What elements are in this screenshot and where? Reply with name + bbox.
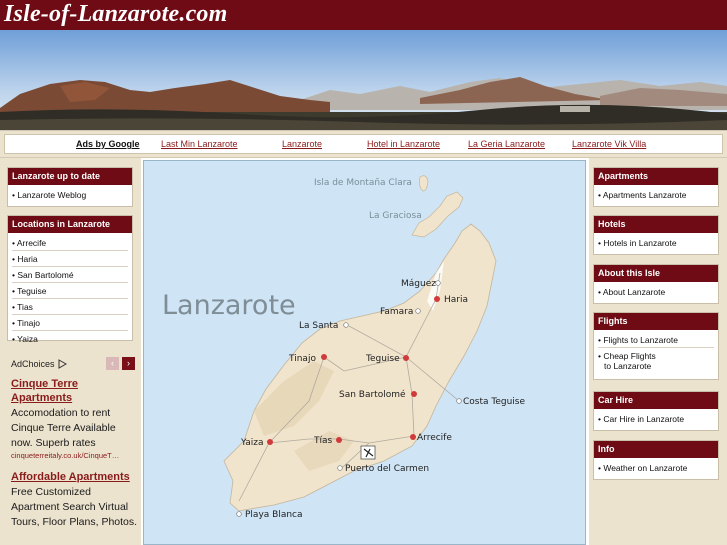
label-arrecife[interactable]: Arrecife — [417, 433, 452, 443]
map-title: Lanzarote — [162, 290, 296, 321]
box-heading: Lanzarote up to date — [8, 168, 132, 185]
town-marker-famara — [415, 308, 421, 314]
label-san-bartolome[interactable]: San Bartolomé — [339, 389, 406, 400]
link-cheap-flights-line2[interactable]: to Lanzarote — [598, 361, 714, 371]
lanzarote-map[interactable]: Lanzarote Isla de Montaña Clara La Graci… — [143, 160, 586, 545]
box-heading: Car Hire — [594, 392, 718, 409]
label-famara[interactable]: Famara — [380, 307, 413, 317]
location-arrecife[interactable]: • Arrecife — [12, 235, 128, 251]
link-lanzarote-weblog[interactable]: • Lanzarote Weblog — [12, 187, 128, 202]
link-flights-lanzarote[interactable]: • Flights to Lanzarote — [598, 332, 714, 348]
box-heading: Hotels — [594, 216, 718, 233]
label-playa-blanca[interactable]: Playa Blanca — [245, 510, 303, 520]
ad-next-button[interactable]: › — [122, 357, 135, 370]
box-flights: Flights • Flights to Lanzarote • Cheap F… — [593, 312, 719, 380]
ad1-title-line2[interactable]: Apartments — [11, 391, 72, 405]
map-canvas: Lanzarote Isla de Montaña Clara La Graci… — [144, 161, 585, 544]
adbar-container: Ads by Google Last Min Lanzarote Lanzaro… — [0, 131, 727, 158]
town-marker-costa-teguise — [456, 398, 462, 404]
location-haria[interactable]: • Haria — [12, 251, 128, 267]
ad1-url[interactable]: cinqueterreitaly.co.uk/CinqueT… — [11, 451, 139, 460]
link-cheap-flights[interactable]: • Cheap Flights to Lanzarote — [598, 348, 714, 373]
town-marker-arrecife — [410, 434, 416, 440]
label-yaiza[interactable]: Yaiza — [240, 438, 264, 448]
box-about-isle: About this Isle • About Lanzarote — [593, 264, 719, 304]
town-marker-tias — [336, 437, 342, 443]
label-tinajo[interactable]: Tinajo — [288, 354, 316, 364]
link-weather-lanzarote[interactable]: • Weather on Lanzarote — [598, 460, 714, 475]
box-car-hire: Car Hire • Car Hire in Lanzarote — [593, 391, 719, 431]
ad1-text: Accomodation to rent Cinque Terre Availa… — [11, 407, 116, 449]
ad-link-lanzarote[interactable]: Lanzarote — [282, 139, 322, 149]
location-yaiza[interactable]: • Yaiza — [12, 331, 128, 346]
box-info: Info • Weather on Lanzarote — [593, 440, 719, 480]
ad-link-last-min[interactable]: Last Min Lanzarote — [161, 139, 238, 149]
town-marker-playa-blanca — [236, 511, 242, 517]
label-haria[interactable]: Haria — [444, 295, 468, 305]
link-hotels-lanzarote[interactable]: • Hotels in Lanzarote — [598, 235, 714, 250]
town-marker-teguise — [403, 355, 409, 361]
site-header: Isle-of-Lanzarote.com — [0, 0, 727, 30]
ad-prev-button[interactable]: ‹ — [106, 357, 119, 370]
ads-by-google-link[interactable]: Ads by Google — [76, 139, 140, 149]
location-tias[interactable]: • Tias — [12, 299, 128, 315]
ad2-text: Free Customized Apartment Search Virtual… — [11, 486, 138, 528]
ad-link-hotel[interactable]: Hotel in Lanzarote — [367, 139, 440, 149]
town-marker-la-santa — [343, 322, 349, 328]
box-heading: Apartments — [594, 168, 718, 185]
box-hotels: Hotels • Hotels in Lanzarote — [593, 215, 719, 255]
site-title[interactable]: Isle-of-Lanzarote.com — [4, 1, 228, 28]
adchoices-icon[interactable] — [58, 359, 67, 369]
link-car-hire-lanzarote[interactable]: • Car Hire in Lanzarote — [598, 411, 714, 426]
label-costa-teguise[interactable]: Costa Teguise — [463, 397, 525, 407]
town-marker-haria — [434, 296, 440, 302]
ad-link-la-geria[interactable]: La Geria Lanzarote — [468, 139, 545, 149]
link-cheap-flights-line1[interactable]: • Cheap Flights — [598, 351, 656, 361]
box-locations: Locations in Lanzarote • Arrecife • Hari… — [7, 215, 133, 344]
location-san-bartolome[interactable]: • San Bartolomé — [12, 267, 128, 283]
adchoices-row: AdChoices ‹ › — [10, 357, 136, 371]
location-teguise[interactable]: • Teguise — [12, 283, 128, 299]
town-marker-tinajo — [321, 354, 327, 360]
ad-link-vik-villa[interactable]: Lanzarote Vik Villa — [572, 139, 646, 149]
box-heading: Flights — [594, 313, 718, 330]
box-heading: About this Isle — [594, 265, 718, 282]
label-tias[interactable]: Tías — [313, 436, 333, 446]
town-marker-yaiza — [267, 439, 273, 445]
ad2-title[interactable]: Affordable Apartments — [11, 470, 130, 484]
link-about-lanzarote[interactable]: • About Lanzarote — [598, 284, 714, 299]
location-tinajo[interactable]: • Tinajo — [12, 315, 128, 331]
banner-image — [0, 30, 727, 131]
ad1-title-line1[interactable]: Cinque Terre — [11, 377, 78, 391]
label-la-santa[interactable]: La Santa — [299, 321, 338, 331]
link-apartments-lanzarote[interactable]: • Apartments Lanzarote — [598, 187, 714, 202]
label-puerto-del-carmen[interactable]: Puerto del Carmen — [345, 464, 429, 474]
banner-landscape-image — [0, 30, 727, 130]
town-marker-puerto-del-carmen — [337, 465, 343, 471]
label-la-graciosa: La Graciosa — [369, 211, 422, 221]
label-teguise[interactable]: Teguise — [365, 354, 400, 364]
box-heading: Locations in Lanzarote — [8, 216, 132, 233]
adchoices-label[interactable]: AdChoices — [11, 359, 55, 369]
label-maguez[interactable]: Máguez — [401, 279, 436, 289]
label-montana-clara: Isla de Montaña Clara — [314, 178, 412, 188]
ad-link-bar: Ads by Google Last Min Lanzarote Lanzaro… — [4, 134, 723, 154]
box-apartments: Apartments • Apartments Lanzarote — [593, 167, 719, 207]
town-marker-san-bartolome — [411, 391, 417, 397]
town-marker-maguez — [435, 280, 441, 286]
box-heading: Info — [594, 441, 718, 458]
box-up-to-date: Lanzarote up to date • Lanzarote Weblog — [7, 167, 133, 207]
